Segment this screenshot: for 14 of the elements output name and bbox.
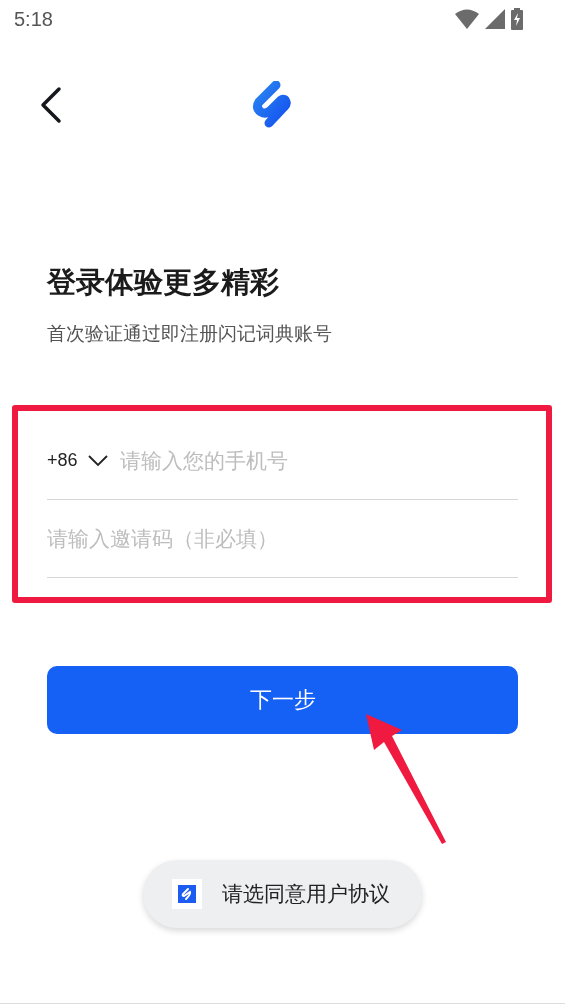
invite-code-field[interactable]: 请输入邀请码（非必填） <box>47 526 518 551</box>
chevron-down-icon <box>87 454 108 467</box>
back-button[interactable] <box>40 86 62 124</box>
app-icon <box>172 879 202 909</box>
signal-icon <box>485 9 505 29</box>
status-time: 5:18 <box>14 7 53 31</box>
next-button[interactable]: 下一步 <box>47 666 518 734</box>
page-title: 登录体验更多精彩 <box>47 265 280 299</box>
toast-message: 请选同意用户协议 <box>222 881 390 908</box>
battery-charging-icon <box>511 8 523 30</box>
page-subtitle: 首次验证通过即注册闪记词典账号 <box>47 322 333 344</box>
wifi-icon <box>455 9 479 29</box>
country-code-selector[interactable]: +86 <box>47 450 108 471</box>
phone-field[interactable]: 请输入您的手机号 <box>119 448 518 473</box>
